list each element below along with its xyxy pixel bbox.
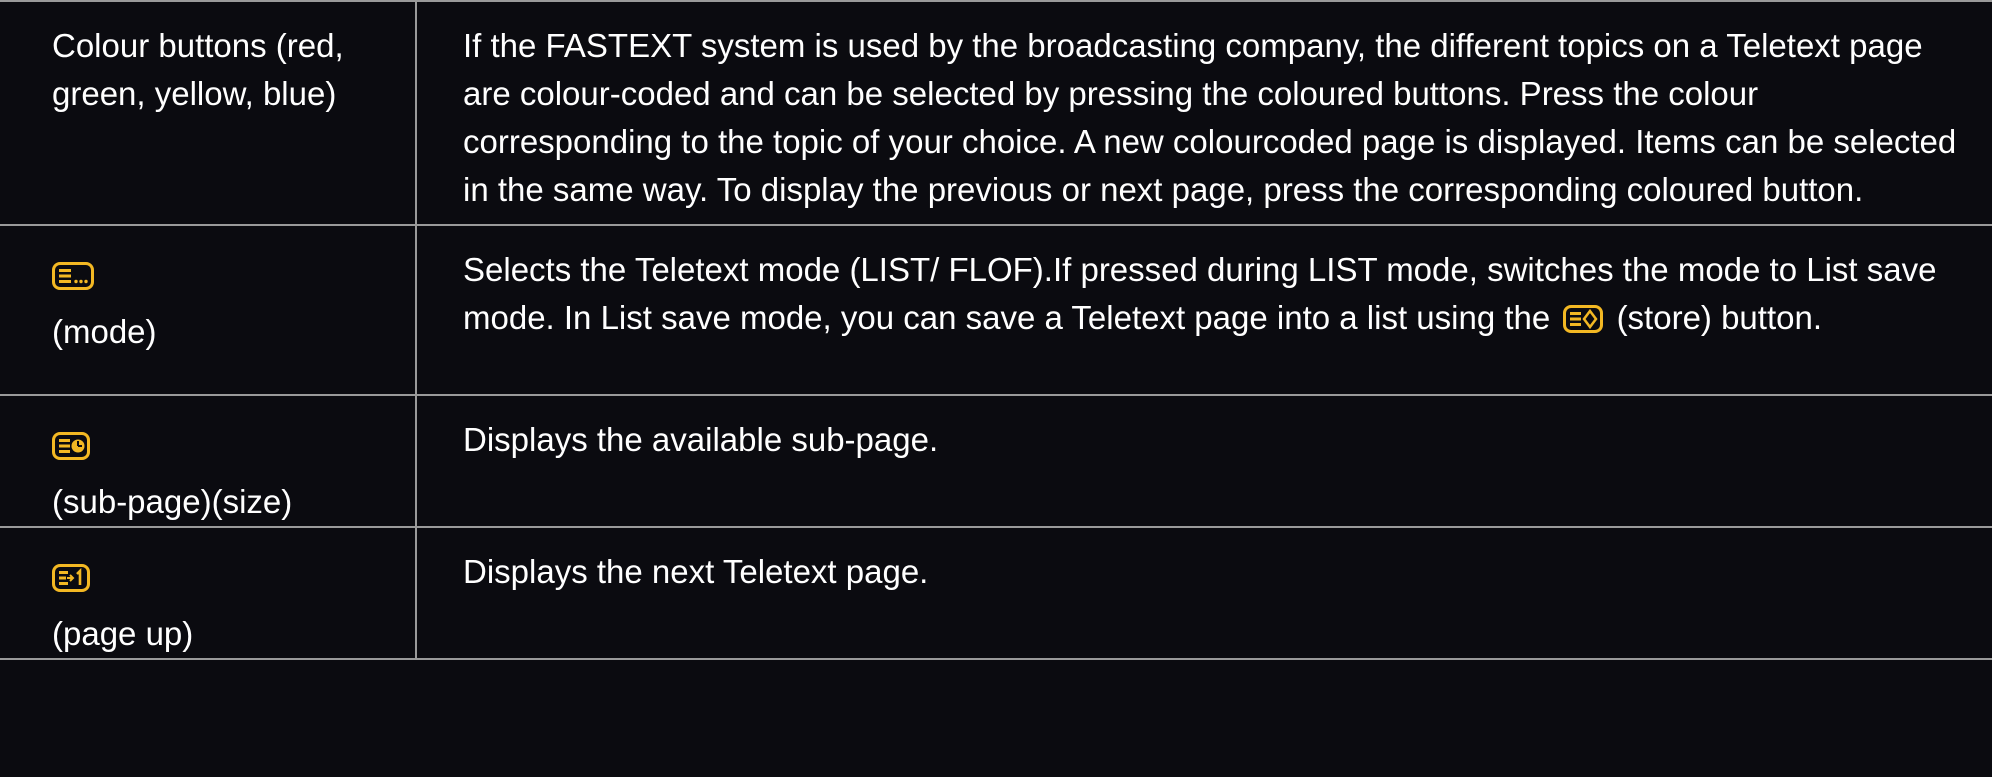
key-cell: (sub-page)(size) xyxy=(0,395,417,528)
mode-label: (mode) xyxy=(52,313,157,350)
page-up-label: (page up) xyxy=(52,615,194,652)
subpage-description: Displays the available sub-page. xyxy=(463,421,939,458)
teletext-mode-icon xyxy=(52,262,94,291)
description-cell: Selects the Teletext mode (LIST/ FLOF).I… xyxy=(416,225,1992,396)
table-row: (mode) Selects the Teletext mode (LIST/ … xyxy=(0,225,1992,396)
teletext-store-icon xyxy=(1563,305,1604,333)
teletext-buttons-table: Colour buttons (red, green, yellow, blue… xyxy=(0,0,1992,660)
teletext-subpage-icon xyxy=(52,432,90,461)
store-button-text: (store) button. xyxy=(1616,299,1822,336)
key-cell: Colour buttons (red, green, yellow, blue… xyxy=(0,0,417,226)
description-cell: Displays the next Teletext page. xyxy=(416,527,1992,660)
table-row: (sub-page)(size) Displays the available … xyxy=(0,395,1992,528)
table-row: (page up) Displays the next Teletext pag… xyxy=(0,527,1992,660)
page-up-description: Displays the next Teletext page. xyxy=(463,553,929,590)
key-cell: (mode) xyxy=(0,225,417,396)
description-cell: Displays the available sub-page. xyxy=(416,395,1992,528)
key-cell: (page up) xyxy=(0,527,417,660)
description-cell: If the FASTEXT system is used by the bro… xyxy=(416,0,1992,226)
teletext-page-up-icon xyxy=(52,564,90,593)
colour-buttons-label: Colour buttons (red, green, yellow, blue… xyxy=(52,27,344,112)
table-row: Colour buttons (red, green, yellow, blue… xyxy=(0,0,1992,226)
colour-buttons-description: If the FASTEXT system is used by the bro… xyxy=(463,27,1957,208)
subpage-label: (sub-page)(size) xyxy=(52,483,293,520)
